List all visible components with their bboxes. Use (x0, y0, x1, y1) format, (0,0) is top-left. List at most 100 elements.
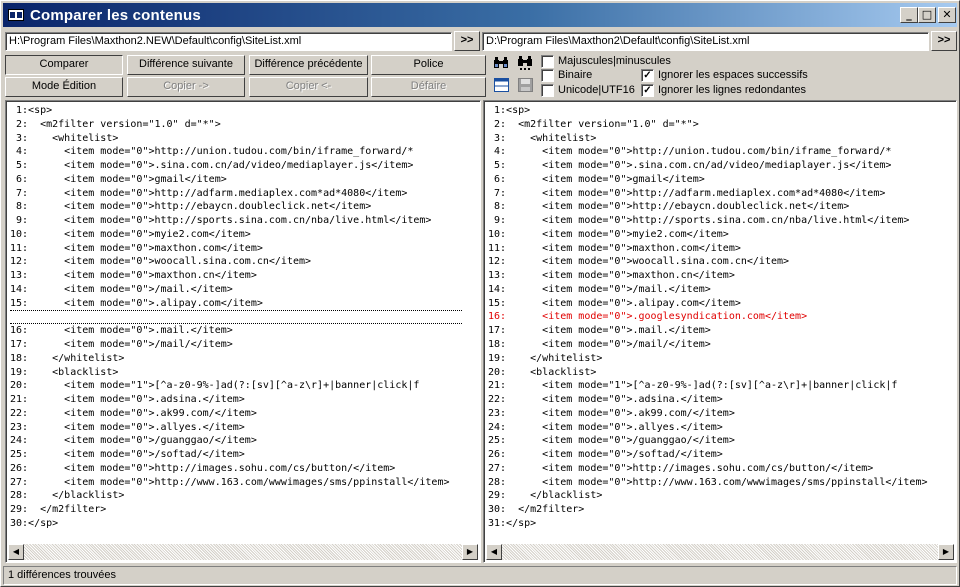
left-path-field[interactable]: H:\Program Files\Maxthon2.NEW\Default\co… (5, 32, 452, 51)
binary-option[interactable]: Binaire (541, 69, 592, 83)
right-code-line: 8: <item mode="0">http://ebaycn.doublecl… (488, 201, 850, 213)
ignore-lines-option[interactable]: ✓ Ignorer les lignes redondantes (641, 84, 806, 98)
left-code-line: 19: <blacklist> (10, 366, 119, 378)
right-code-line: 24: <item mode="0">.allyes.</item> (488, 421, 723, 433)
left-code-line: 2: <m2filter version="1.0" d="*"> (10, 118, 221, 130)
right-code-line: 27: <item mode="0">http://images.sohu.co… (488, 462, 874, 474)
right-code-line: 30: </m2filter> (488, 504, 585, 516)
right-code-line: 23: <item mode="0">.ak99.com/</item> (488, 407, 735, 419)
right-code-line: 16: <item mode="0">.googlesyndication.co… (488, 311, 808, 323)
left-code-line: 13: <item mode="0">maxthon.cn</item> (10, 270, 257, 282)
right-code-line: 1:<sp> (488, 105, 531, 116)
find-binoculars-icon[interactable] (491, 56, 511, 74)
right-horizontal-scrollbar[interactable]: ◀ ▶ (486, 544, 954, 560)
left-code-line: 6: <item mode="0">gmail</item> (10, 173, 227, 185)
case-sensitive-option[interactable]: Majuscules|minuscules (541, 55, 671, 69)
left-code-line: 10: <item mode="0">myie2.com</item> (10, 228, 251, 240)
right-code-line: 17: <item mode="0">.mail.</item> (488, 325, 711, 337)
right-code-line: 18: <item mode="0">/mail/</item> (488, 339, 711, 351)
close-button[interactable]: ✕ (938, 7, 956, 23)
right-code-line: 6: <item mode="0">gmail</item> (488, 173, 705, 185)
right-code-view[interactable]: 1:<sp> 2: <m2filter version="1.0" d="*">… (488, 104, 938, 531)
right-code-line: 4: <item mode="0">http://union.tudou.com… (488, 146, 892, 158)
right-code-line: 11: <item mode="0">maxthon.com</item> (488, 242, 741, 254)
title-bar[interactable]: Comparer les contenus _ □ ✕ (3, 3, 957, 27)
right-code-line: 28: <item mode="0">http://www.163.com/ww… (488, 476, 928, 488)
left-code-line: 28: </blacklist> (10, 490, 125, 502)
right-file-pane[interactable]: 1:<sp> 2: <m2filter version="1.0" d="*">… (483, 100, 957, 563)
copy-right-button[interactable]: Copier -> (127, 77, 245, 97)
copy-left-button[interactable]: Copier <- (249, 77, 368, 97)
left-code-line: 18: </whitelist> (10, 352, 125, 364)
right-code-line: 21: <item mode="1">[^a-z0-9%-]ad(?:[sv][… (488, 380, 898, 392)
case-sensitive-checkbox[interactable] (541, 55, 554, 68)
left-file-pane[interactable]: 1:<sp> 2: <m2filter version="1.0" d="*">… (5, 100, 481, 563)
left-code-line: 1:<sp> (10, 105, 53, 116)
right-code-line: 12: <item mode="0">woocall.sina.com.cn</… (488, 256, 790, 268)
ignore-spaces-option[interactable]: ✓ Ignorer les espaces successifs (641, 69, 808, 83)
unicode-checkbox[interactable] (541, 84, 554, 97)
right-code-line: 14: <item mode="0">/mail.</item> (488, 283, 711, 295)
ignore-lines-label: Ignorer les lignes redondantes (658, 84, 806, 96)
left-scroll-right-icon[interactable]: ▶ (462, 544, 478, 560)
left-code-line: 11: <item mode="0">maxthon.com</item> (10, 242, 263, 254)
right-code-line: 31:</sp> (488, 517, 537, 529)
left-code-line: 27: <item mode="0">http://www.163.com/ww… (10, 476, 450, 488)
status-bar: 1 différences trouvées (3, 566, 957, 585)
left-code-line: 29: </m2filter> (10, 504, 107, 516)
right-code-line: 7: <item mode="0">http://adfarm.mediaple… (488, 187, 886, 199)
save-icon[interactable] (515, 78, 535, 96)
left-code-line: 8: <item mode="0">http://ebaycn.doublecl… (10, 201, 372, 213)
left-code-line: 15: <item mode="0">.alipay.com</item> (10, 297, 263, 309)
left-code-line: 12: <item mode="0">woocall.sina.com.cn</… (10, 256, 312, 268)
right-scroll-left-icon[interactable]: ◀ (486, 544, 502, 560)
ignore-lines-checkbox[interactable]: ✓ (641, 84, 654, 97)
left-code-line: 4: <item mode="0">http://union.tudou.com… (10, 146, 414, 158)
right-code-line: 3: <whitelist> (488, 132, 597, 144)
case-sensitive-label: Majuscules|minuscules (558, 55, 671, 67)
binary-checkbox[interactable] (541, 69, 554, 82)
window-layout-icon[interactable] (491, 78, 511, 96)
right-code-line: 29: </blacklist> (488, 490, 603, 502)
left-code-line: 20: <item mode="1">[^a-z0-9%-]ad(?:[sv][… (10, 380, 420, 392)
edit-mode-button[interactable]: Mode Édition (5, 77, 123, 97)
left-code-line: 3: <whitelist> (10, 132, 119, 144)
right-code-line: 13: <item mode="0">maxthon.cn</item> (488, 270, 735, 282)
left-code-line: 5: <item mode="0">.sina.com.cn/ad/video/… (10, 160, 414, 172)
left-code-view[interactable]: 1:<sp> 2: <m2filter version="1.0" d="*">… (10, 104, 462, 531)
right-path-field[interactable]: D:\Program Files\Maxthon2\Default\config… (482, 32, 929, 51)
compare-button[interactable]: Comparer (5, 55, 123, 75)
previous-difference-button[interactable]: Différence précédente (249, 55, 368, 75)
maximize-button[interactable]: □ (918, 7, 936, 23)
undo-button[interactable]: Défaire (371, 77, 486, 97)
right-code-line: 2: <m2filter version="1.0" d="*"> (488, 118, 699, 130)
left-code-line: 16: <item mode="0">.mail.</item> (10, 325, 233, 337)
left-browse-button[interactable]: >> (454, 31, 480, 51)
left-code-line: 17: <item mode="0">/mail/</item> (10, 339, 233, 351)
left-code-line: 9: <item mode="0">http://sports.sina.com… (10, 215, 432, 227)
right-code-line: 22: <item mode="0">.adsina.</item> (488, 394, 723, 406)
right-code-line: 19: </whitelist> (488, 352, 603, 364)
right-code-line: 10: <item mode="0">myie2.com</item> (488, 228, 729, 240)
ignore-spaces-checkbox[interactable]: ✓ (641, 69, 654, 82)
find-next-binoculars-icon[interactable] (515, 56, 535, 74)
right-code-line: 26: <item mode="0">/softad/</item> (488, 449, 723, 461)
left-code-line: 22: <item mode="0">.ak99.com/</item> (10, 407, 257, 419)
unicode-option[interactable]: Unicode|UTF16 (541, 84, 635, 98)
left-code-line: 21: <item mode="0">.adsina.</item> (10, 394, 245, 406)
right-code-line: 15: <item mode="0">.alipay.com</item> (488, 297, 741, 309)
minimize-button[interactable]: _ (900, 7, 918, 23)
left-scroll-left-icon[interactable]: ◀ (8, 544, 24, 560)
right-scroll-right-icon[interactable]: ▶ (938, 544, 954, 560)
left-code-line: 24: <item mode="0">/guanggao/</item> (10, 435, 257, 447)
font-button[interactable]: Police (371, 55, 486, 75)
left-horizontal-scrollbar[interactable]: ◀ ▶ (8, 544, 478, 560)
right-code-line: 20: <blacklist> (488, 366, 597, 378)
right-browse-button[interactable]: >> (931, 31, 957, 51)
app-icon (8, 9, 24, 21)
next-difference-button[interactable]: Différence suivante (127, 55, 245, 75)
left-code-line: 14: <item mode="0">/mail.</item> (10, 283, 233, 295)
compare-window: Comparer les contenus _ □ ✕ H:\Program F… (0, 0, 960, 587)
left-code-line: 23: <item mode="0">.allyes.</item> (10, 421, 245, 433)
ignore-spaces-label: Ignorer les espaces successifs (658, 69, 808, 81)
